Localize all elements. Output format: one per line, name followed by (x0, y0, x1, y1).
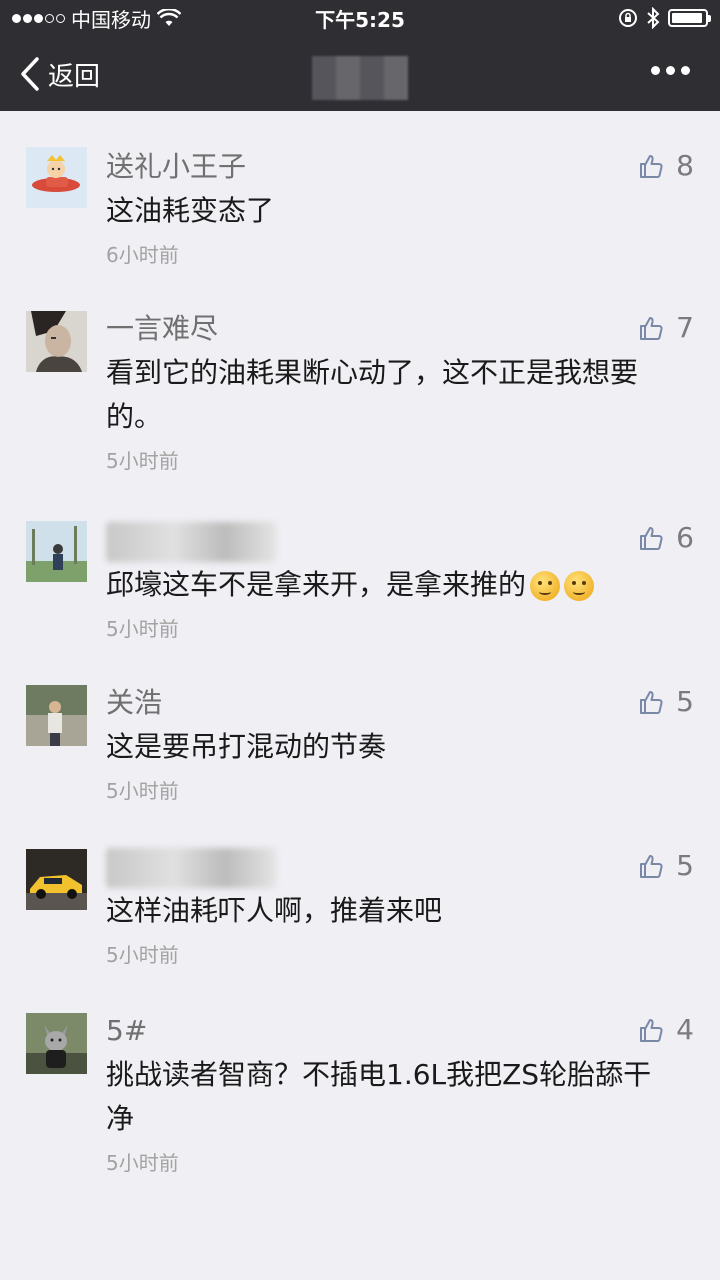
status-left: 中国移动 (12, 4, 181, 33)
like-count: 7 (676, 311, 694, 344)
thumbs-up-icon (640, 154, 663, 178)
avatar[interactable] (26, 311, 87, 372)
comment-text: 挑战读者智商？不插电1.6L我把ZS轮胎舔干净 (106, 1058, 652, 1135)
yellow-car-avatar-icon (26, 849, 87, 910)
comment-item: 邱壕这车不是拿来开，是拿来推的 5小时前 6 (0, 475, 720, 643)
comment-text: 这是要吊打混动的节奏 (106, 730, 387, 763)
username[interactable]: 5# (106, 1011, 696, 1051)
back-button[interactable]: 返回 (20, 54, 100, 94)
username[interactable]: 关浩 (106, 683, 696, 723)
avatar[interactable] (26, 521, 87, 582)
username[interactable] (106, 847, 696, 888)
red-plane-avatar-icon (26, 147, 87, 208)
thinking-emoji-icon (564, 571, 595, 601)
more-button[interactable] (651, 66, 690, 75)
page-title (312, 56, 408, 100)
chevron-left-icon (21, 57, 39, 91)
battery-icon (668, 9, 711, 27)
like-count: 8 (676, 149, 694, 182)
back-label: 返回 (48, 61, 101, 92)
status-bar: 中国移动 下午5:25 (0, 0, 720, 36)
like-button[interactable]: 5 (638, 685, 694, 718)
like-button[interactable]: 8 (638, 149, 694, 182)
avatar[interactable] (26, 1013, 87, 1074)
like-count: 5 (676, 685, 694, 718)
comment-item: 送礼小王子 这油耗变态了 6小时前 8 (0, 111, 720, 269)
person-avatar-icon (26, 685, 87, 746)
thumbs-up-icon (640, 526, 663, 550)
username[interactable] (106, 521, 696, 562)
like-count: 5 (676, 849, 694, 882)
rotation-lock-icon (619, 9, 637, 27)
avatar[interactable] (26, 849, 87, 910)
username[interactable]: 一言难尽 (106, 309, 696, 349)
comment-time: 5小时前 (106, 779, 179, 803)
username-blurred (106, 522, 276, 562)
thumbs-up-icon (640, 854, 663, 878)
comment-item: 5# 挑战读者智商？不插电1.6L我把ZS轮胎舔干净 5小时前 4 (0, 969, 720, 1177)
thinking-emoji-icon (530, 571, 561, 601)
bluetooth-icon (647, 7, 660, 29)
username[interactable]: 送礼小王子 (106, 147, 696, 187)
comment-text-content: 邱壕这车不是拿来开，是拿来推的 (106, 568, 527, 601)
like-button[interactable]: 4 (638, 1013, 694, 1046)
comment-text: 邱壕这车不是拿来开，是拿来推的 (106, 563, 696, 607)
comment-time: 5小时前 (106, 617, 179, 641)
portrait-avatar-icon (26, 311, 87, 372)
status-right (618, 7, 711, 29)
comment-item: 这样油耗吓人啊，推着来吧 5小时前 5 (0, 805, 720, 969)
signal-icon (12, 13, 65, 23)
comment-time: 5小时前 (106, 1151, 179, 1175)
comment-text: 这样油耗吓人啊，推着来吧 (106, 894, 443, 927)
comment-text: 看到它的油耗果断心动了，这不正是我想要的。 (106, 356, 639, 433)
like-button[interactable]: 7 (638, 311, 694, 344)
thumbs-up-icon (640, 690, 663, 714)
comment-text: 这油耗变态了 (106, 194, 275, 227)
comment-time: 5小时前 (106, 449, 179, 473)
avatar[interactable] (26, 147, 87, 208)
cat-avatar-icon (26, 1013, 87, 1074)
like-button[interactable]: 5 (638, 849, 694, 882)
comment-time: 5小时前 (106, 943, 179, 967)
comment-time: 6小时前 (106, 243, 179, 267)
thumbs-up-icon (640, 1018, 663, 1042)
comment-list: 送礼小王子 这油耗变态了 6小时前 8 一言难尽 看到它的油耗果断心动了，这不正… (0, 111, 720, 1177)
like-count: 6 (676, 521, 694, 554)
nav-bar: 返回 (0, 36, 720, 111)
carrier-label: 中国移动 (71, 7, 151, 32)
outdoor-avatar-icon (26, 521, 87, 582)
avatar[interactable] (26, 685, 87, 746)
more-icon (651, 66, 660, 75)
comment-item: 一言难尽 看到它的油耗果断心动了，这不正是我想要的。 5小时前 7 (0, 269, 720, 475)
wifi-icon (157, 9, 181, 26)
thumbs-up-icon (640, 316, 663, 340)
like-count: 4 (676, 1013, 694, 1046)
like-button[interactable]: 6 (638, 521, 694, 554)
username-blurred (106, 848, 276, 888)
comment-item: 关浩 这是要吊打混动的节奏 5小时前 5 (0, 643, 720, 805)
